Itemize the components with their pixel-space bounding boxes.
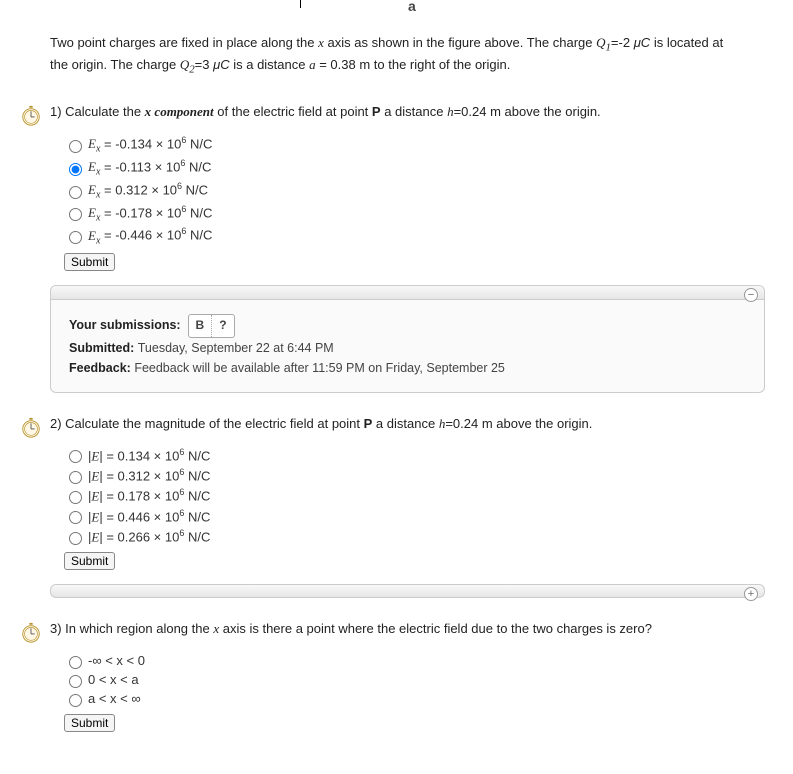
- figure-a-label: a: [408, 0, 416, 14]
- q1-option[interactable]: Ex = -0.178 × 106 N/C: [64, 204, 765, 224]
- radio-input[interactable]: [69, 450, 82, 463]
- q2-option[interactable]: |E| = 0.178 × 106 N/C: [64, 487, 765, 504]
- option-text: Ex = -0.113 × 106 N/C: [88, 158, 211, 178]
- option-text: a < x < ∞: [88, 691, 141, 706]
- option-text: 0 < x < a: [88, 672, 139, 687]
- q3-number: 3): [50, 621, 65, 636]
- q2-feedback-collapsed: +: [50, 584, 765, 598]
- option-text: Ex = -0.178 × 106 N/C: [88, 204, 212, 224]
- radio-input[interactable]: [69, 163, 82, 176]
- q2-submit-button[interactable]: Submit: [64, 552, 115, 570]
- q3-submit-button[interactable]: Submit: [64, 714, 115, 732]
- q1-submitted-value: Tuesday, September 22 at 6:44 PM: [138, 341, 334, 355]
- radio-input[interactable]: [69, 491, 82, 504]
- q1-option[interactable]: Ex = -0.446 × 106 N/C: [64, 226, 765, 246]
- q1-feedback-value: Feedback will be available after 11:59 P…: [134, 361, 505, 375]
- question-1: 1) Calculate the x component of the elec…: [50, 103, 765, 393]
- option-text: -∞ < x < 0: [88, 653, 145, 668]
- timer-icon: [20, 417, 42, 439]
- q1-number: 1): [50, 104, 65, 119]
- option-text: |E| = 0.446 × 106 N/C: [88, 508, 210, 525]
- radio-input[interactable]: [69, 511, 82, 524]
- q1-feedback-label: Feedback:: [69, 361, 134, 375]
- timer-icon: [20, 105, 42, 127]
- radio-input[interactable]: [69, 471, 82, 484]
- timer-icon: [20, 622, 42, 644]
- q1-option[interactable]: Ex = -0.134 × 106 N/C: [64, 135, 765, 155]
- option-text: Ex = -0.134 × 106 N/C: [88, 135, 212, 155]
- radio-input[interactable]: [69, 675, 82, 688]
- question-2: 2) Calculate the magnitude of the electr…: [50, 415, 765, 599]
- radio-input[interactable]: [69, 140, 82, 153]
- q1-option[interactable]: Ex = 0.312 × 106 N/C: [64, 181, 765, 201]
- question-3: 3) In which region along the x axis is t…: [50, 620, 765, 731]
- q1-submit-button[interactable]: Submit: [64, 253, 115, 271]
- expand-icon[interactable]: +: [744, 587, 758, 601]
- radio-input[interactable]: [69, 532, 82, 545]
- figure-tick: [300, 0, 301, 8]
- q1-submitted-label: Submitted:: [69, 341, 138, 355]
- option-text: |E| = 0.266 × 106 N/C: [88, 528, 210, 545]
- q1-option[interactable]: Ex = -0.113 × 106 N/C: [64, 158, 765, 178]
- radio-input[interactable]: [69, 208, 82, 221]
- radio-input[interactable]: [69, 656, 82, 669]
- q2-option[interactable]: |E| = 0.134 × 106 N/C: [64, 447, 765, 464]
- q1-feedback-panel: − Your submissions: B? Submitted: Tuesda…: [50, 285, 765, 392]
- q1-xcomp: x component: [145, 104, 214, 119]
- option-text: Ex = 0.312 × 106 N/C: [88, 181, 208, 201]
- q1-submissions-label: Your submissions:: [69, 318, 181, 332]
- q2-option[interactable]: |E| = 0.266 × 106 N/C: [64, 528, 765, 545]
- option-text: |E| = 0.312 × 106 N/C: [88, 467, 210, 484]
- option-text: |E| = 0.134 × 106 N/C: [88, 447, 210, 464]
- q3-option[interactable]: -∞ < x < 0: [64, 653, 765, 669]
- q2-option[interactable]: |E| = 0.446 × 106 N/C: [64, 508, 765, 525]
- grade-badge[interactable]: B?: [188, 314, 235, 337]
- q2-option[interactable]: |E| = 0.312 × 106 N/C: [64, 467, 765, 484]
- q3-option[interactable]: a < x < ∞: [64, 691, 765, 707]
- q2-number: 2): [50, 416, 65, 431]
- radio-input[interactable]: [69, 231, 82, 244]
- q3-option[interactable]: 0 < x < a: [64, 672, 765, 688]
- option-text: |E| = 0.178 × 106 N/C: [88, 487, 210, 504]
- option-text: Ex = -0.446 × 106 N/C: [88, 226, 212, 246]
- intro-text: Two point charges are fixed in place alo…: [50, 34, 743, 79]
- radio-input[interactable]: [69, 694, 82, 707]
- radio-input[interactable]: [69, 186, 82, 199]
